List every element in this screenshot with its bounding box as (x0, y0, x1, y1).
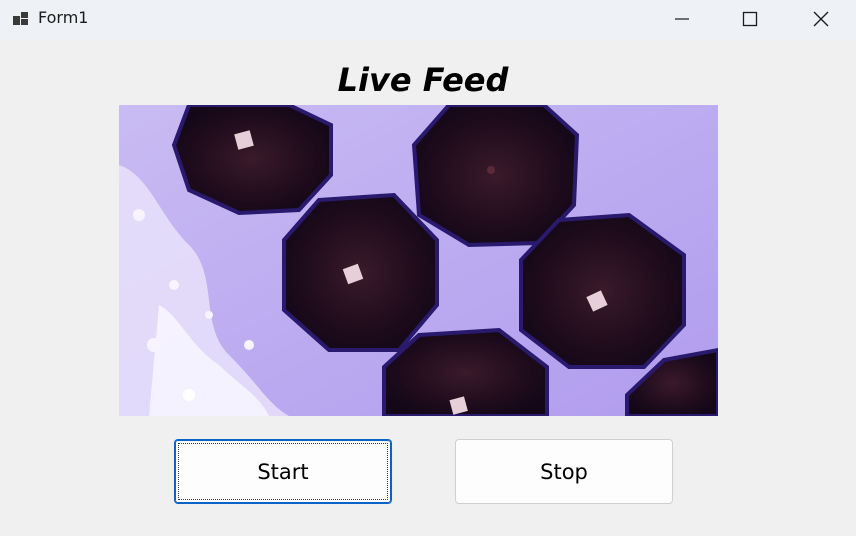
start-button[interactable]: Start (174, 439, 392, 504)
app-icon (13, 12, 28, 25)
maximize-button[interactable] (716, 0, 784, 38)
minimize-icon (675, 18, 689, 20)
window-title: Form1 (38, 8, 89, 27)
close-icon (813, 11, 829, 27)
page-title: Live Feed (337, 61, 509, 99)
stop-button-label: Stop (540, 459, 588, 484)
maximize-icon (742, 11, 758, 27)
minimize-button[interactable] (648, 0, 716, 38)
camera-feed-image (119, 105, 718, 416)
title-bar[interactable]: Form1 (0, 0, 856, 40)
start-button-label: Start (257, 459, 309, 484)
close-button[interactable] (787, 0, 855, 38)
live-feed-picture (119, 105, 718, 416)
app-window: Form1 Live Feed Start Stop (0, 0, 856, 536)
stop-button[interactable]: Stop (455, 439, 673, 504)
